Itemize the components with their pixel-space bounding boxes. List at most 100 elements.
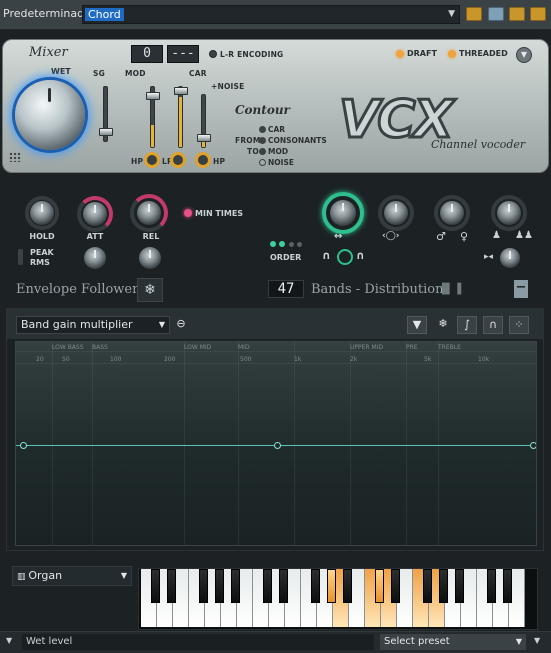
min-times-led[interactable]	[184, 209, 192, 217]
black-key[interactable]	[343, 569, 352, 603]
car-fader-cap[interactable]	[174, 87, 188, 95]
gender-knob[interactable]	[440, 201, 464, 225]
black-key[interactable]	[439, 569, 448, 603]
order-led-4[interactable]	[297, 242, 302, 247]
rel-curve-knob[interactable]	[139, 247, 161, 269]
curve-point[interactable]	[274, 442, 281, 449]
chevron-down-icon: ▼	[158, 320, 165, 329]
curve-point[interactable]	[530, 442, 536, 449]
bars-icon: ▐▌▐	[438, 284, 462, 295]
sg-fader-cap[interactable]	[99, 128, 113, 136]
black-key[interactable]	[199, 569, 208, 603]
black-key[interactable]	[279, 569, 288, 603]
envelope-follower-title: Envelope Follower	[16, 282, 139, 297]
sg-label: SG	[93, 69, 105, 78]
parameter-dropdown[interactable]: Band gain multiplier ▼	[16, 316, 170, 334]
filter-shape-left-icon[interactable]: ∩	[322, 249, 331, 262]
radio-icon	[259, 148, 266, 155]
order-led-3[interactable]	[289, 242, 294, 247]
mode-display[interactable]: ---	[167, 45, 199, 63]
link-icon[interactable]: ⊖	[171, 316, 191, 334]
att-curve-knob[interactable]	[84, 247, 106, 269]
att-label: ATT	[86, 232, 104, 241]
mod-fader-cap[interactable]	[146, 92, 160, 100]
black-key[interactable]	[263, 569, 272, 603]
black-key[interactable]	[391, 569, 400, 603]
editor-toolbar: Band gain multiplier ▼ ⊖ ▼ ❄ ∫ ∩ ⁘	[7, 309, 543, 339]
black-key[interactable]	[231, 569, 240, 603]
mod-label: MOD	[125, 69, 146, 78]
hp2-knob[interactable]	[195, 152, 211, 168]
chevron-down-icon: ▼	[120, 571, 127, 580]
black-key[interactable]	[423, 569, 432, 603]
freeze-icon[interactable]: ❄	[137, 278, 163, 302]
male-icon: ♂	[436, 230, 446, 243]
black-key[interactable]	[167, 569, 176, 603]
noise-fader-cap[interactable]	[197, 134, 211, 142]
black-key[interactable]	[311, 569, 320, 603]
grille-dots	[9, 152, 21, 162]
collapse-button[interactable]: −	[514, 280, 528, 298]
black-key-active[interactable]	[327, 569, 336, 603]
wet-knob[interactable]	[15, 80, 85, 150]
folder-icon[interactable]	[466, 7, 482, 21]
stereo-knob[interactable]	[330, 200, 356, 226]
chevron-down-icon[interactable]: ▼	[6, 636, 12, 645]
instrument-dropdown[interactable]: ▥ Organ ▼	[12, 566, 132, 586]
lp-knob[interactable]	[170, 152, 186, 168]
randomize-icon[interactable]: ⁘	[509, 316, 529, 334]
order-led-1[interactable]	[270, 241, 276, 247]
rms-label: RMS	[30, 258, 50, 267]
order-led-2[interactable]	[279, 241, 285, 247]
contour-option-car[interactable]: CAR	[259, 125, 285, 134]
contour-option-consonants[interactable]: CONSONANTS	[259, 136, 327, 145]
rel-knob[interactable]	[137, 201, 161, 225]
hp-knob[interactable]	[144, 152, 160, 168]
black-key[interactable]	[487, 569, 496, 603]
peak-label: PEAK	[30, 248, 54, 257]
chevron-down-icon[interactable]: ▼	[534, 636, 540, 645]
unison-knob[interactable]	[497, 201, 521, 225]
band-gain-graph[interactable]: LOW BASS BASS LOW MID MID UPPER MID PRE …	[15, 341, 537, 546]
formant-knob[interactable]	[384, 201, 408, 225]
preset-select[interactable]: Chord ▼	[82, 5, 460, 24]
curve-point[interactable]	[20, 442, 27, 449]
threaded-label: THREADED	[459, 49, 508, 58]
hold-knob[interactable]	[30, 201, 54, 225]
contour-option-mod[interactable]: MOD	[259, 147, 288, 156]
piano-keyboard[interactable]	[138, 568, 538, 630]
chevron-down-icon[interactable]: ▼	[448, 9, 455, 19]
folder-icon[interactable]	[530, 7, 546, 21]
contour-option-noise[interactable]: NOISE	[259, 158, 294, 167]
black-key[interactable]	[455, 569, 464, 603]
editor-menu-icon[interactable]: ▼	[407, 316, 427, 334]
black-key[interactable]	[215, 569, 224, 603]
arch-tool-icon[interactable]: ∩	[483, 316, 503, 334]
att-knob[interactable]	[83, 202, 107, 226]
voice-spread-knob[interactable]	[500, 248, 520, 268]
hp-label: HP	[131, 157, 144, 166]
stereo-width-icon: ↔	[334, 231, 343, 242]
curve-tool-icon[interactable]: ∫	[457, 316, 477, 334]
peak-rms-switch[interactable]	[18, 249, 23, 265]
threaded-led[interactable]	[448, 50, 456, 58]
black-key-active[interactable]	[375, 569, 384, 603]
draft-led[interactable]	[396, 50, 404, 58]
filter-shape-right-icon[interactable]: ∩	[356, 249, 365, 262]
save-icon[interactable]	[488, 7, 504, 21]
lr-display[interactable]: 0	[131, 45, 163, 63]
radio-icon	[259, 137, 266, 144]
piano-icon: ▥	[17, 572, 29, 582]
snowflake-icon[interactable]: ❄	[433, 316, 453, 334]
menu-button[interactable]: ▼	[516, 47, 532, 63]
open-folder-icon[interactable]	[509, 7, 525, 21]
car-fader[interactable]	[178, 86, 183, 148]
bands-count-display[interactable]: 47	[268, 280, 304, 298]
select-preset-dropdown[interactable]: Select preset ▼	[380, 634, 526, 650]
lr-encoding-led[interactable]	[209, 50, 217, 58]
filter-shape-button[interactable]	[337, 249, 353, 265]
black-key[interactable]	[151, 569, 160, 603]
female-icon: ♀	[460, 230, 469, 243]
black-key[interactable]	[503, 569, 512, 603]
order-label: ORDER	[270, 253, 302, 262]
